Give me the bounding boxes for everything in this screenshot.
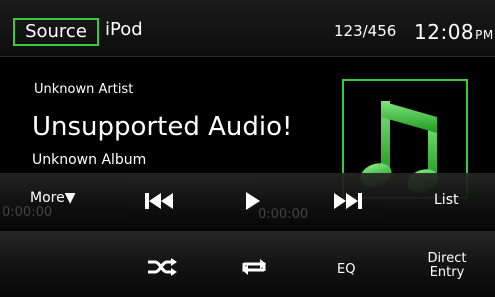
more-button[interactable]: More▼: [30, 190, 75, 206]
clock: 12:08PM: [414, 20, 494, 44]
direct-entry-button[interactable]: Direct Entry: [420, 252, 474, 280]
clock-time: 12:08: [414, 20, 475, 44]
track-counter: 123/456: [334, 22, 397, 40]
artist-label: Unknown Artist: [34, 82, 134, 97]
skip-previous-icon[interactable]: [144, 192, 174, 210]
play-icon[interactable]: [245, 191, 261, 211]
clock-ampm: PM: [475, 28, 494, 42]
top-bar: Source iPod 123/456 12:08PM: [0, 0, 495, 57]
elapsed-time: 0:00:00: [2, 205, 53, 220]
direct-entry-label-line1: Direct: [427, 251, 467, 266]
eq-button[interactable]: EQ: [337, 262, 355, 277]
shuffle-icon[interactable]: [146, 257, 178, 277]
source-button[interactable]: Source: [13, 18, 99, 46]
remaining-time: 0:00:00: [258, 207, 309, 222]
repeat-icon[interactable]: [238, 256, 270, 278]
list-button[interactable]: List: [434, 192, 458, 208]
direct-entry-label-line2: Entry: [429, 265, 465, 280]
skip-next-icon[interactable]: [333, 192, 363, 210]
source-name: iPod: [105, 19, 143, 40]
album-label: Unknown Album: [32, 152, 147, 168]
audio-screen: Source iPod 123/456 12:08PM Unknown Arti…: [0, 0, 495, 297]
song-title: Unsupported Audio!: [32, 112, 293, 142]
